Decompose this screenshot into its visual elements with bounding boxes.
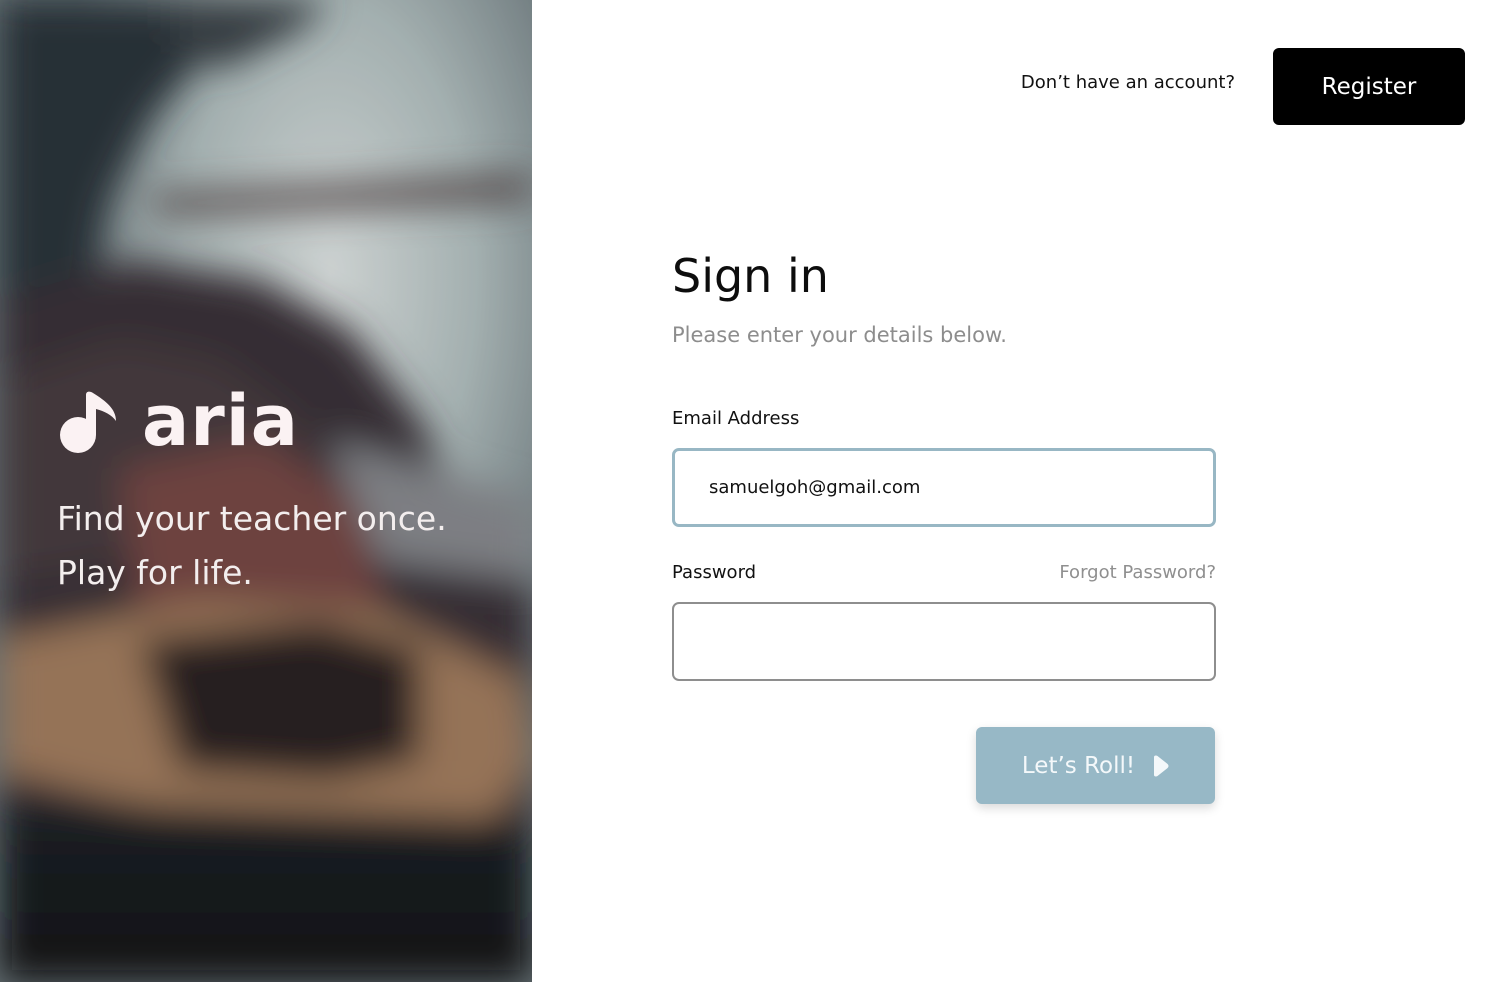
password-label: Password bbox=[672, 562, 757, 583]
brand-logo: aria bbox=[60, 385, 299, 457]
hero-panel: aria Find your teacher once. Play for li… bbox=[0, 0, 532, 982]
guitar-player-photo bbox=[0, 0, 532, 982]
password-field[interactable] bbox=[672, 602, 1216, 681]
email-field-value: samuelgoh@gmail.com bbox=[709, 477, 921, 498]
tagline-line-2: Play for life. bbox=[57, 553, 253, 592]
tagline-line-1: Find your teacher once. bbox=[57, 499, 447, 538]
lets-roll-label: Let’s Roll! bbox=[1021, 752, 1136, 779]
page-title: Sign in bbox=[672, 249, 829, 303]
brand-name: aria bbox=[142, 380, 299, 462]
play-icon bbox=[1154, 754, 1169, 777]
music-note-icon bbox=[60, 391, 116, 453]
email-label: Email Address bbox=[672, 408, 800, 429]
forgot-password-link[interactable]: Forgot Password? bbox=[1000, 562, 1216, 583]
no-account-text: Don’t have an account? bbox=[1020, 72, 1235, 93]
page-subtitle: Please enter your details below. bbox=[672, 323, 1007, 347]
hero-tagline: Find your teacher once. Play for life. bbox=[57, 492, 517, 600]
sign-in-page: aria Find your teacher once. Play for li… bbox=[0, 0, 1512, 982]
lets-roll-button[interactable]: Let’s Roll! bbox=[976, 727, 1215, 804]
email-field[interactable]: samuelgoh@gmail.com bbox=[672, 448, 1216, 527]
register-button[interactable]: Register bbox=[1273, 48, 1465, 125]
